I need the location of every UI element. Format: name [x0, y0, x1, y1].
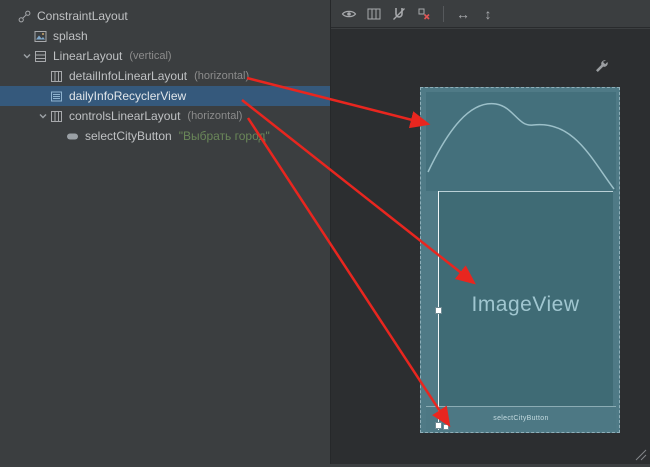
- image-icon: [33, 26, 48, 46]
- recyclerview-icon: [49, 86, 64, 106]
- tree-item-annotation: (horizontal): [187, 106, 242, 126]
- selection-handle-bottom[interactable]: [435, 422, 442, 429]
- chevron-down-icon[interactable]: [36, 106, 49, 126]
- chevron-down-icon[interactable]: [20, 46, 33, 66]
- tree-item-label: detailInfoLinearLayout: [69, 66, 187, 86]
- tree-item-text-value: "Выбрать город": [179, 126, 270, 146]
- chevron-slot: [52, 126, 65, 146]
- chevron-slot: [36, 66, 49, 86]
- tree-item-dailyinforecyclerview[interactable]: dailyInfoRecyclerView: [0, 86, 330, 106]
- design-surface-panel: ↔ ↕ ImageView selectCityButton: [331, 0, 650, 464]
- button-icon: [65, 126, 80, 146]
- tree-item-label: dailyInfoRecyclerView: [69, 86, 186, 106]
- tree-item-label: ConstraintLayout: [37, 6, 128, 26]
- view-options-icon[interactable]: [340, 5, 358, 23]
- design-canvas[interactable]: ImageView selectCityButton: [331, 29, 650, 464]
- tree-item-splash[interactable]: splash: [0, 26, 330, 46]
- chevron-slot: [20, 26, 33, 46]
- device-preview[interactable]: ImageView selectCityButton: [420, 87, 620, 433]
- component-tree-panel: ConstraintLayout splash LinearLayout (ve…: [0, 0, 330, 464]
- linearlayout-horizontal-icon: [49, 106, 64, 126]
- tree-item-label: selectCityButton: [85, 126, 172, 146]
- autoconnect-off-icon[interactable]: [390, 5, 408, 23]
- design-toolbar: ↔ ↕: [331, 0, 650, 28]
- tree-item-label: splash: [53, 26, 88, 46]
- tree-item-detailinfolinearlayout[interactable]: detailInfoLinearLayout (horizontal): [0, 66, 330, 86]
- pan-vertical-icon[interactable]: ↕: [479, 5, 497, 23]
- tree-item-selectcitybutton[interactable]: selectCityButton "Выбрать город": [0, 126, 330, 146]
- clear-constraints-icon[interactable]: [415, 5, 433, 23]
- controls-area[interactable]: selectCityButton: [426, 406, 616, 430]
- chart-curve: [426, 92, 616, 191]
- tree-item-controlslinearlayout[interactable]: controlsLinearLayout (horizontal): [0, 106, 330, 126]
- constraintlayout-icon: [17, 6, 32, 26]
- wrench-icon[interactable]: [594, 59, 608, 73]
- selection-handle-middle[interactable]: [435, 307, 442, 314]
- column-guides-icon[interactable]: [365, 5, 383, 23]
- linearlayout-horizontal-icon: [49, 66, 64, 86]
- linearlayout-vertical-icon: [33, 46, 48, 66]
- layout-editor-window: ConstraintLayout splash LinearLayout (ve…: [0, 0, 650, 464]
- resize-grip-icon[interactable]: [632, 446, 648, 462]
- toolbar-separator: [443, 6, 444, 22]
- tree-item-annotation: (horizontal): [194, 66, 249, 86]
- imageview-placeholder-label: ImageView: [438, 293, 613, 317]
- selection-handle-bottom-2[interactable]: [443, 424, 449, 430]
- select-city-button-label: selectCityButton: [493, 415, 548, 422]
- tree-item-annotation: (vertical): [129, 46, 171, 66]
- tree-item-constraintlayout[interactable]: ConstraintLayout: [0, 6, 330, 26]
- tree-item-linearlayout[interactable]: LinearLayout (vertical): [0, 46, 330, 66]
- pan-horizontal-icon[interactable]: ↔: [454, 5, 472, 23]
- chevron-slot: [4, 6, 17, 26]
- detail-info-area[interactable]: [426, 92, 616, 191]
- chevron-slot: [36, 86, 49, 106]
- tree-item-label: controlsLinearLayout: [69, 106, 180, 126]
- tree-item-label: LinearLayout: [53, 46, 122, 66]
